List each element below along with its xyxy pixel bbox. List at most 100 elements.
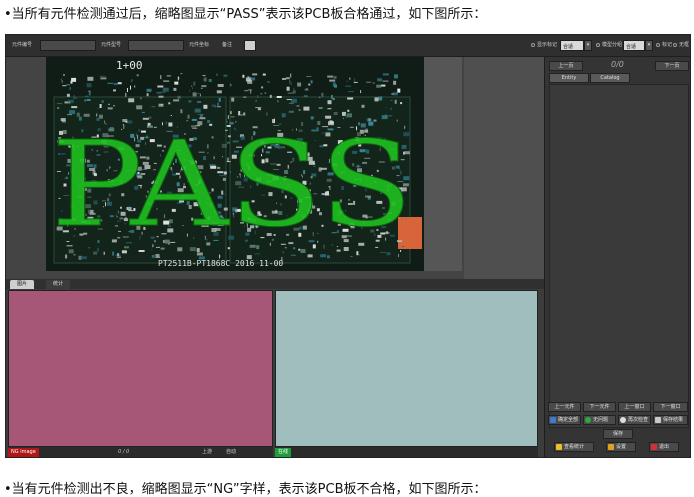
- next-page-button[interactable]: 下一页: [655, 61, 689, 71]
- display-select[interactable]: 合适: [560, 40, 584, 51]
- pcb-component: [391, 93, 394, 95]
- pcb-component: [394, 99, 397, 104]
- right-control-panel: 上一页 0/0 下一页 Entity Catalog: [544, 57, 690, 457]
- pcb-component: [243, 96, 247, 98]
- next-window-button[interactable]: 下一窗口: [653, 402, 688, 412]
- pcb-component: [113, 83, 118, 86]
- mark-radio[interactable]: [656, 43, 660, 47]
- display-radio[interactable]: [531, 43, 535, 47]
- component-id-field[interactable]: [40, 40, 96, 51]
- pcb-component: [350, 256, 353, 257]
- component-type-field[interactable]: [128, 40, 184, 51]
- pcb-component: [290, 254, 296, 256]
- board-image-view: 1+00 PT2511B-PT1868C 2016 11-00 PASS: [6, 57, 544, 279]
- pcb-board-image[interactable]: 1+00 PT2511B-PT1868C 2016 11-00 PASS: [46, 57, 424, 271]
- pcb-component: [398, 254, 399, 257]
- pcb-component: [377, 78, 383, 82]
- column-entity[interactable]: Entity: [549, 73, 589, 83]
- prev-component-button[interactable]: 上一元件: [548, 402, 581, 412]
- pcb-component: [223, 74, 228, 77]
- pcb-component: [347, 97, 354, 100]
- save-result-button[interactable]: 保存结果: [653, 415, 688, 425]
- pcb-component: [262, 73, 266, 76]
- pcb-component: [99, 104, 102, 108]
- pcb-component: [310, 80, 313, 84]
- image-mode-icon[interactable]: [244, 40, 256, 51]
- ng-image-pane[interactable]: [8, 290, 273, 447]
- pcb-component: [308, 84, 311, 86]
- pcb-component: [67, 99, 74, 103]
- next-component-button[interactable]: 下一元件: [583, 402, 616, 412]
- settings-button[interactable]: 设置: [606, 442, 636, 452]
- pcb-component: [178, 77, 180, 80]
- pcb-component: [203, 77, 207, 82]
- pcb-component: [177, 95, 181, 99]
- pcb-component: [163, 80, 170, 82]
- window-label: 模型分组: [602, 42, 623, 48]
- pcb-component: [125, 92, 127, 97]
- pcb-component: [318, 107, 323, 109]
- pcb-component: [257, 95, 259, 99]
- pcb-component: [349, 77, 351, 80]
- pcb-component: [80, 256, 87, 260]
- pcb-component: [130, 85, 131, 90]
- mode-label: 备注: [222, 42, 233, 48]
- defect-list[interactable]: [549, 84, 689, 428]
- pcb-component: [157, 85, 164, 88]
- pcb-component: [88, 91, 91, 96]
- pcb-component: [378, 96, 383, 101]
- window-select[interactable]: 合适: [623, 40, 645, 51]
- pcb-component: [71, 106, 78, 109]
- no-problem-button[interactable]: 无问题: [583, 415, 616, 425]
- magnifier-icon: [620, 417, 626, 423]
- pcb-component: [380, 96, 382, 100]
- pcb-component: [203, 104, 208, 109]
- pcb-component: [327, 100, 332, 105]
- pcb-component: [257, 108, 261, 111]
- pcb-component: [73, 94, 75, 98]
- window-dropdown-icon[interactable]: ▾: [645, 40, 653, 51]
- pcb-component: [327, 255, 330, 259]
- tab-images[interactable]: 图片: [10, 280, 35, 289]
- display-dropdown-icon[interactable]: ▾: [584, 40, 592, 51]
- pcb-component: [158, 95, 164, 98]
- confirm-all-button[interactable]: 确定全部: [548, 415, 581, 425]
- pcb-component: [214, 106, 216, 108]
- tab-statistics[interactable]: 统计: [46, 280, 71, 289]
- pcb-component: [353, 78, 355, 82]
- pcb-component: [290, 98, 297, 103]
- view-stats-button[interactable]: 查看统计: [554, 442, 594, 452]
- pcb-component: [180, 109, 183, 114]
- pcb-component: [353, 81, 358, 83]
- document-icon: [655, 417, 661, 423]
- prev-window-button[interactable]: 上一窗口: [618, 402, 651, 412]
- save-button[interactable]: 保存: [603, 429, 633, 439]
- pcb-component: [208, 79, 212, 82]
- pcb-component: [361, 104, 365, 108]
- pcb-component: [188, 100, 192, 103]
- pcb-component: [113, 105, 115, 107]
- noframe-radio[interactable]: [673, 43, 677, 47]
- recheck-button[interactable]: 再次检查: [618, 415, 651, 425]
- pcb-component: [334, 84, 337, 88]
- window-radio[interactable]: [596, 43, 600, 47]
- pcb-component: [260, 92, 263, 95]
- caption-pass: •当所有元件检测通过后，缩略图显示“PASS”表示该PCB板合格通过，如下图所示…: [4, 7, 487, 22]
- online-image-pane[interactable]: [275, 290, 538, 447]
- pcb-component: [297, 82, 302, 87]
- auto-checkbox[interactable]: 自动: [226, 448, 236, 457]
- pcb-component: [87, 76, 94, 81]
- pcb-component: [200, 87, 203, 89]
- pcb-component: [230, 84, 232, 86]
- pcb-component: [162, 87, 169, 92]
- pcb-component: [393, 80, 397, 85]
- pcb-component: [193, 81, 196, 86]
- pass-overlay: PASS: [51, 115, 413, 253]
- pcb-component: [128, 98, 135, 103]
- exit-button[interactable]: 退出: [649, 442, 679, 452]
- prev-page-button[interactable]: 上一页: [549, 61, 583, 71]
- pcb-component: [348, 91, 354, 93]
- column-catalog[interactable]: Catalog: [590, 73, 630, 83]
- upstream-checkbox[interactable]: 上游: [202, 448, 212, 457]
- pcb-component: [247, 79, 253, 84]
